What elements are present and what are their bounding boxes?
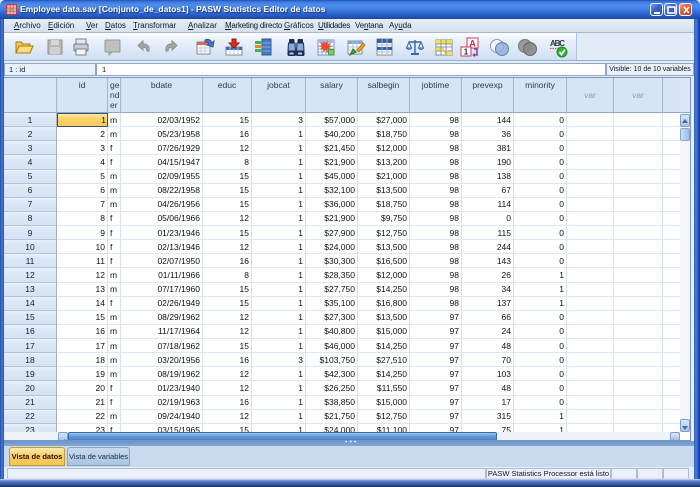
svg-text:1: 1 xyxy=(464,48,469,57)
